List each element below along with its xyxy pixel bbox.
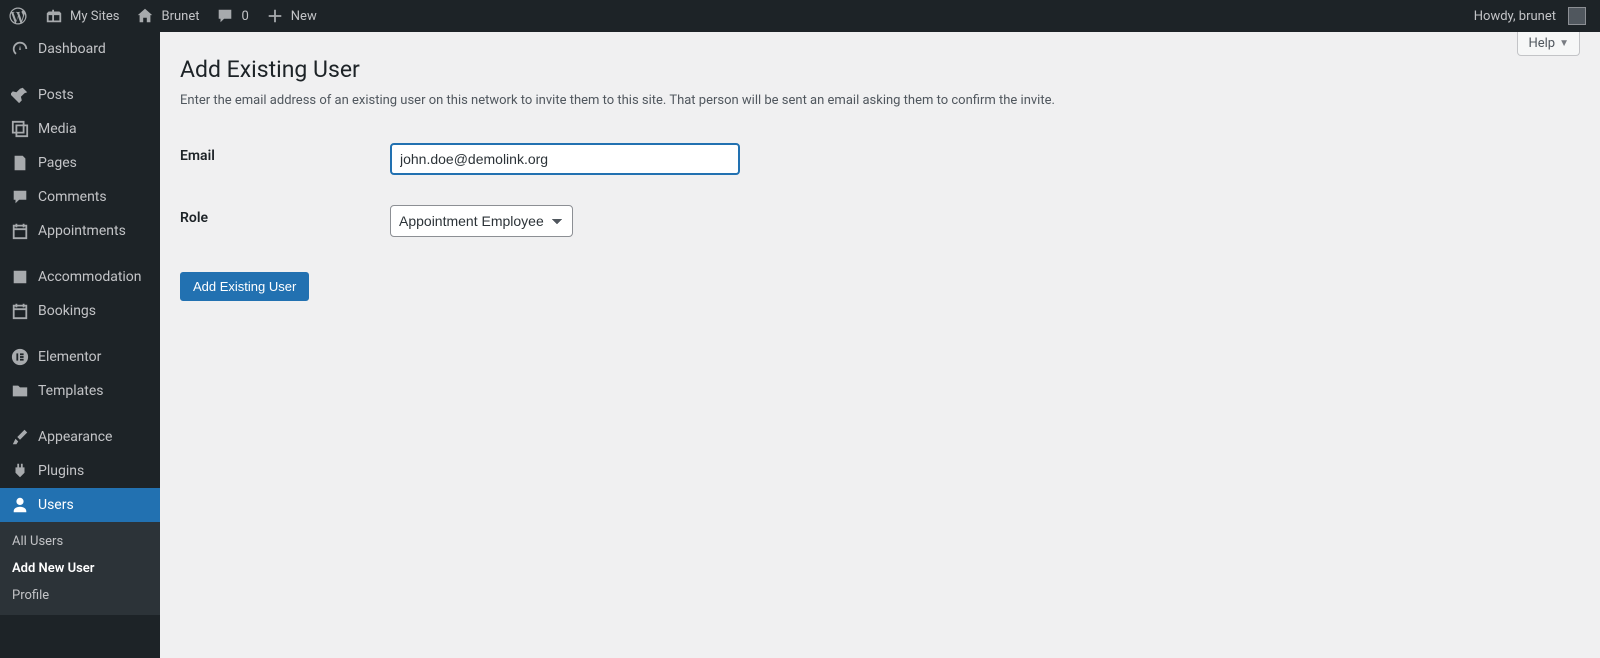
sidebar-item-users[interactable]: Users xyxy=(0,488,160,522)
comments-link[interactable]: 0 xyxy=(207,0,256,32)
building-icon xyxy=(10,267,30,287)
new-label: New xyxy=(291,9,317,24)
site-home-link[interactable]: Brunet xyxy=(127,0,207,32)
sidebar-item-label: Users xyxy=(38,497,74,513)
admin-bar-right: Howdy, brunet xyxy=(1466,0,1600,32)
dashboard-icon xyxy=(10,39,30,59)
comments-count: 0 xyxy=(241,9,248,24)
sidebar-item-accommodation[interactable]: Accommodation xyxy=(0,260,160,294)
submit-row: Add Existing User xyxy=(180,272,1580,301)
sidebar-item-appointments[interactable]: Appointments xyxy=(0,214,160,248)
sidebar-item-comments[interactable]: Comments xyxy=(0,180,160,214)
sidebar-item-label: Dashboard xyxy=(38,41,106,57)
main-content: Help ▼ Add Existing User Enter the email… xyxy=(160,32,1600,658)
page-description: Enter the email address of an existing u… xyxy=(180,93,1580,108)
sidebar-item-media[interactable]: Media xyxy=(0,112,160,146)
sidebar-separator xyxy=(0,248,160,260)
submenu-profile[interactable]: Profile xyxy=(0,582,160,609)
sidebar-item-label: Posts xyxy=(38,87,74,103)
comment-icon xyxy=(10,187,30,207)
home-icon xyxy=(135,6,155,26)
row-role: Role Appointment Employee xyxy=(180,190,750,252)
sidebar-item-label: Templates xyxy=(38,383,104,399)
network-icon xyxy=(44,6,64,26)
users-submenu: All Users Add New User Profile xyxy=(0,522,160,615)
admin-bar-left: My Sites Brunet 0 New xyxy=(0,0,325,32)
sidebar-item-label: Bookings xyxy=(38,303,96,319)
page-icon xyxy=(10,153,30,173)
form-table: Email Role Appointment Employee xyxy=(180,128,750,252)
email-input[interactable] xyxy=(390,143,740,175)
sidebar-item-label: Pages xyxy=(38,155,77,171)
wp-logo[interactable] xyxy=(0,0,36,32)
page-title: Add Existing User xyxy=(180,56,1580,83)
sidebar-item-bookings[interactable]: Bookings xyxy=(0,294,160,328)
user-icon xyxy=(10,495,30,515)
email-label: Email xyxy=(180,148,215,164)
my-sites-label: My Sites xyxy=(70,9,119,24)
sidebar-item-posts[interactable]: Posts xyxy=(0,78,160,112)
folder-icon xyxy=(10,381,30,401)
chevron-down-icon: ▼ xyxy=(1559,38,1569,49)
sidebar-item-label: Elementor xyxy=(38,349,101,365)
elementor-icon xyxy=(10,347,30,367)
comment-icon xyxy=(215,6,235,26)
sidebar-item-label: Accommodation xyxy=(38,269,142,285)
site-name-label: Brunet xyxy=(161,9,199,24)
add-existing-user-button[interactable]: Add Existing User xyxy=(180,272,309,301)
sidebar-item-label: Appointments xyxy=(38,223,126,239)
my-sites-link[interactable]: My Sites xyxy=(36,0,127,32)
role-label: Role xyxy=(180,210,208,226)
calendar-icon xyxy=(10,221,30,241)
role-select[interactable]: Appointment Employee xyxy=(390,205,573,237)
sidebar-item-label: Appearance xyxy=(38,429,112,445)
sidebar-separator xyxy=(0,328,160,340)
brush-icon xyxy=(10,427,30,447)
submenu-all-users[interactable]: All Users xyxy=(0,528,160,555)
plug-icon xyxy=(10,461,30,481)
calendar-icon xyxy=(10,301,30,321)
admin-sidebar: Dashboard Posts Media Pages Comments App… xyxy=(0,32,160,658)
account-link[interactable]: Howdy, brunet xyxy=(1466,0,1594,32)
media-icon xyxy=(10,119,30,139)
sidebar-item-templates[interactable]: Templates xyxy=(0,374,160,408)
help-label: Help xyxy=(1528,36,1555,51)
sidebar-item-pages[interactable]: Pages xyxy=(0,146,160,180)
new-content-link[interactable]: New xyxy=(257,0,325,32)
help-toggle[interactable]: Help ▼ xyxy=(1517,32,1580,56)
plus-icon xyxy=(265,6,285,26)
sidebar-item-dashboard[interactable]: Dashboard xyxy=(0,32,160,66)
submenu-add-new-user[interactable]: Add New User xyxy=(0,555,160,582)
admin-bar: My Sites Brunet 0 New Howdy, brunet xyxy=(0,0,1600,32)
sidebar-item-plugins[interactable]: Plugins xyxy=(0,454,160,488)
sidebar-separator xyxy=(0,66,160,78)
sidebar-item-appearance[interactable]: Appearance xyxy=(0,420,160,454)
howdy-label: Howdy, brunet xyxy=(1474,9,1556,24)
sidebar-item-label: Plugins xyxy=(38,463,84,479)
pin-icon xyxy=(10,85,30,105)
sidebar-separator xyxy=(0,408,160,420)
avatar xyxy=(1568,7,1586,25)
sidebar-item-elementor[interactable]: Elementor xyxy=(0,340,160,374)
row-email: Email xyxy=(180,128,750,190)
wordpress-icon xyxy=(8,6,28,26)
sidebar-item-label: Media xyxy=(38,121,77,137)
sidebar-item-label: Comments xyxy=(38,189,107,205)
